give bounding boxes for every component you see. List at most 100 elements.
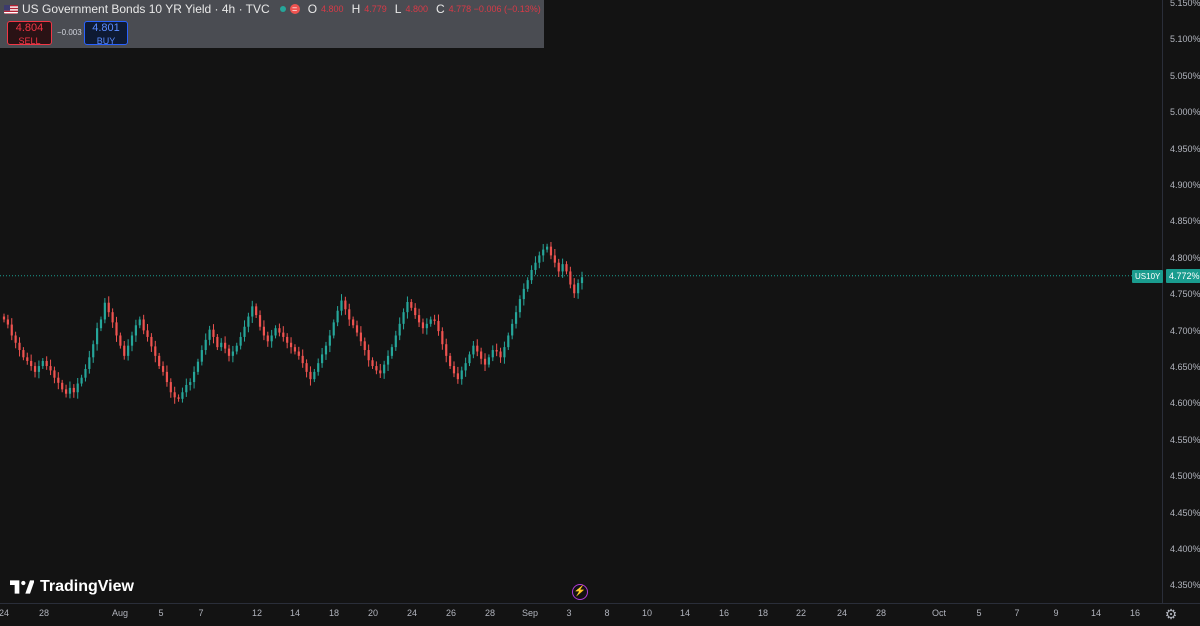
- legend-panel: US Government Bonds 10 YR Yield · 4h · T…: [0, 0, 544, 48]
- candle-body: [189, 382, 192, 385]
- candle-body: [557, 262, 560, 272]
- candle-body: [165, 371, 169, 383]
- candle-body: [227, 348, 231, 356]
- candle-body: [196, 361, 200, 372]
- sell-button[interactable]: 4.804 SELL: [7, 21, 52, 46]
- candle-body: [429, 319, 432, 324]
- candle-body: [577, 283, 580, 294]
- candle-body: [518, 299, 522, 313]
- symbol-title[interactable]: US Government Bonds 10 YR Yield · 4h · T…: [22, 2, 270, 16]
- price-tick-label: 4.600%: [1170, 398, 1200, 409]
- candle-body: [487, 357, 490, 365]
- candle-body: [262, 326, 266, 336]
- time-tick-label: Sep: [521, 608, 538, 618]
- candle-body: [355, 325, 359, 333]
- time-tick-label: 16: [718, 608, 729, 618]
- tradingview-logo[interactable]: TradingView: [10, 578, 134, 596]
- buy-button[interactable]: 4.801 BUY: [84, 21, 128, 46]
- candle-body: [375, 366, 378, 371]
- sell-label: SELL: [18, 36, 41, 46]
- time-tick-label: 14: [679, 608, 690, 618]
- candle-body: [239, 336, 242, 346]
- legend-row: US Government Bonds 10 YR Yield · 4h · T…: [4, 2, 541, 16]
- lightning-icon[interactable]: ⚡: [572, 584, 588, 600]
- candle-body: [398, 323, 401, 336]
- candle-body: [480, 351, 483, 359]
- price-tick-label: 4.800%: [1170, 252, 1200, 263]
- candle-body: [158, 355, 161, 367]
- brand-name: TradingView: [40, 578, 134, 595]
- candle-body: [111, 312, 114, 323]
- candle-body: [103, 302, 106, 320]
- candle-body: [22, 350, 25, 358]
- gear-icon[interactable]: ⚙: [1163, 606, 1179, 622]
- price-tick-label: 4.850%: [1170, 216, 1200, 227]
- candle-body: [84, 368, 87, 378]
- candle-body: [371, 360, 374, 367]
- time-tick-label: 10: [641, 608, 652, 618]
- candle-body: [406, 301, 409, 313]
- candle-body: [192, 371, 196, 383]
- price-tick-label: 4.400%: [1170, 544, 1200, 554]
- candle-body: [421, 322, 425, 329]
- candle-body: [142, 319, 145, 331]
- candle-body: [499, 351, 502, 358]
- candle-body: [26, 357, 29, 361]
- candle-body: [363, 341, 366, 351]
- time-tick-label: 5: [158, 608, 164, 618]
- candle-body: [119, 335, 122, 346]
- candle-body: [88, 357, 91, 369]
- time-tick-label: 28: [38, 608, 49, 618]
- candle-body: [107, 302, 110, 313]
- price-tick-label: 4.500%: [1170, 471, 1200, 482]
- candle-body: [352, 319, 355, 326]
- close-key: C: [435, 2, 445, 16]
- chart-canvas[interactable]: [0, 0, 1200, 626]
- candle-body: [2, 316, 6, 320]
- candle-body: [146, 330, 149, 337]
- candle-body: [367, 350, 370, 361]
- time-tick-label: 3: [566, 608, 572, 618]
- us-flag-icon: [4, 4, 18, 14]
- candle-body: [507, 335, 510, 348]
- price-tick-label: 4.350%: [1170, 580, 1200, 591]
- hide-icon[interactable]: =: [289, 4, 300, 14]
- price-tick-label: 4.950%: [1170, 143, 1200, 154]
- time-tick-label: Oct: [931, 608, 946, 618]
- chart-window[interactable]: US Government Bonds 10 YR Yield · 4h · T…: [0, 0, 1200, 626]
- candle-body: [464, 363, 467, 371]
- candle-body: [92, 344, 95, 358]
- candle-body: [483, 358, 487, 365]
- candle-body: [204, 339, 207, 351]
- time-tick-label: 9: [1053, 608, 1059, 618]
- candle-body: [68, 387, 72, 394]
- candlestick-series: [2, 242, 584, 404]
- candle-body: [538, 255, 541, 263]
- candle-body: [359, 332, 362, 342]
- candle-body: [336, 310, 339, 323]
- candle-body: [154, 346, 157, 356]
- price-tick-label: 4.450%: [1170, 507, 1200, 518]
- candle-body: [348, 309, 351, 320]
- candle-body: [561, 264, 564, 272]
- candle-body: [235, 345, 238, 352]
- candle-body: [37, 366, 41, 372]
- candle-body: [161, 366, 165, 372]
- candle-body: [445, 344, 448, 356]
- candle-body: [14, 335, 17, 343]
- candle-body: [45, 360, 48, 367]
- candle-body: [286, 336, 289, 343]
- time-tick-label: 24: [0, 608, 9, 618]
- candle-body: [569, 271, 572, 285]
- candle-body: [18, 342, 21, 351]
- candle-body: [305, 363, 308, 372]
- candle-body: [127, 345, 130, 356]
- buy-price: 4.801: [92, 22, 120, 34]
- candle-body: [344, 300, 347, 310]
- candle-body: [212, 329, 215, 337]
- candle-body: [220, 342, 223, 348]
- candle-body: [414, 307, 417, 316]
- open-value: 4.800: [321, 4, 344, 14]
- candle-body: [495, 350, 498, 352]
- time-tick-label: Aug: [111, 608, 128, 618]
